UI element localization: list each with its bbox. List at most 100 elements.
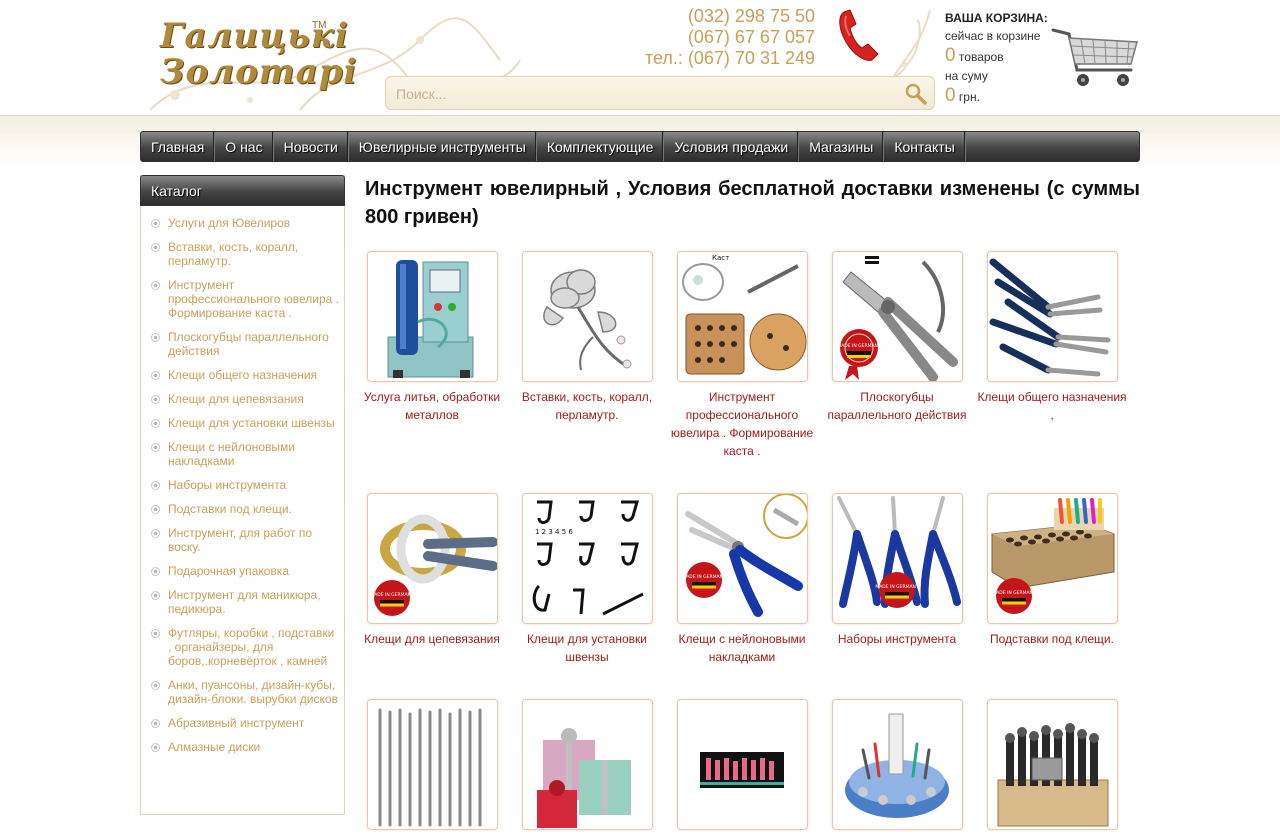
made-in-germany-text: MADE IN GERMANY — [837, 343, 881, 349]
cart-widget[interactable]: ВАША КОРЗИНА: сейчас в корзине 0 товаров… — [945, 10, 1145, 110]
product-card[interactable]: MADE IN GERMANY Клещи с нейлоновыми накл… — [667, 493, 817, 666]
catalog-item[interactable]: Инструмент, для работ по воску. — [141, 526, 344, 554]
catalog-item[interactable]: Наборы инструмента — [141, 478, 344, 492]
product-label[interactable]: Вставки, кость, коралл, перламутр. — [512, 388, 662, 424]
logo-line-2: Золотарі — [160, 52, 358, 92]
product-label[interactable]: Клещи для цепевязания — [357, 630, 507, 648]
general-pliers-image — [989, 258, 1110, 377]
product-thumb[interactable] — [366, 251, 498, 382]
product-thumb[interactable]: MADE IN GERMANY — [986, 493, 1118, 624]
cart-items-count: 0 — [945, 45, 956, 66]
silver-rose-image — [542, 269, 631, 371]
cart-sum-value: 0 — [945, 85, 956, 106]
catalog-item[interactable]: Услуги для Ювелиров — [141, 216, 344, 230]
nylon-pliers-image: MADE IN GERMANY — [682, 494, 807, 617]
chain-pliers-image: MADE IN GERMANY — [370, 514, 497, 616]
product-card[interactable]: MADE IN GERMANY Плоскогубцы параллельног… — [822, 251, 972, 424]
product-card[interactable]: MADE IN GERMANY Наборы инструмента — [822, 493, 972, 648]
made-in-germany-text: MADE IN GERMANY — [992, 590, 1036, 596]
catalog-item[interactable]: Клещи для установки швензы — [141, 416, 344, 430]
made-in-germany-text: MADE IN GERMANY — [875, 584, 919, 590]
nav-item-jewelry-tools[interactable]: Ювелирные инструменты — [349, 132, 537, 161]
product-card[interactable]: 1 2 3 4 5 6 Клещи для установки швензы — [512, 493, 662, 666]
catalog-item[interactable]: Инструмент для маникюра, педикюра. — [141, 588, 344, 616]
casting-machine-image — [387, 260, 473, 378]
product-label[interactable]: Плоскогубцы параллельного действия — [822, 388, 972, 424]
product-thumb[interactable] — [831, 699, 963, 830]
nav-item-news[interactable]: Новости — [274, 132, 349, 161]
product-thumb[interactable] — [521, 251, 653, 382]
catalog-item[interactable]: Клещи общего назначения — [141, 368, 344, 382]
phone-1: (032) 298 75 50 — [687, 6, 815, 26]
logo-line-1: Галицькі — [160, 16, 349, 56]
product-card[interactable]: MADE IN GERMANY Подставки под клещи. — [977, 493, 1127, 648]
catalog-item[interactable]: Вставки, кость, коралл, перламутр. — [141, 240, 344, 268]
site-logo[interactable]: Галицькі Золотарі TM — [160, 16, 358, 98]
search-input[interactable] — [396, 83, 896, 105]
main-content: Инструмент ювелирный , Условия бесплатно… — [364, 175, 1140, 830]
product-thumb[interactable] — [366, 699, 498, 830]
product-label[interactable]: Подставки под клещи. — [977, 630, 1127, 648]
catalog-item[interactable]: Инструмент профессионального ювелира . Ф… — [141, 278, 344, 320]
product-thumb[interactable]: Каст — [676, 251, 808, 382]
nav-item-contacts[interactable]: Контакты — [884, 132, 966, 161]
product-thumb[interactable]: MADE IN GERMANY — [366, 493, 498, 624]
product-thumb[interactable]: MADE IN GERMANY — [831, 251, 963, 382]
product-label[interactable]: Клещи общего назначения , — [977, 388, 1127, 424]
product-card[interactable] — [977, 699, 1127, 836]
phone-icon — [839, 9, 879, 61]
product-label[interactable]: Клещи для установки швензы — [512, 630, 662, 666]
product-label[interactable]: Инструмент профессионального ювелира . Ф… — [667, 388, 817, 460]
cart-currency: грн. — [958, 90, 980, 104]
nav-item-sale-terms[interactable]: Условия продажи — [664, 132, 800, 161]
catalog-item[interactable]: Алмазные диски — [141, 740, 344, 754]
catalog-item[interactable]: Подставки под клещи. — [141, 502, 344, 516]
product-card[interactable]: MADE IN GERMANY Клещи для цепевязания — [357, 493, 507, 648]
product-thumb[interactable] — [521, 699, 653, 830]
organizer-image — [844, 713, 949, 818]
product-card[interactable]: Услуга литья, обработки металлов — [357, 251, 507, 424]
catalog-item[interactable]: Клещи с нейлоновыми накладками — [141, 440, 344, 468]
nav-item-shops[interactable]: Магазины — [799, 132, 885, 161]
phone-2: (067) 67 67 057 — [687, 27, 815, 47]
product-card[interactable] — [512, 699, 662, 836]
product-label[interactable]: Услуга литья, обработки металлов — [357, 388, 507, 424]
setting-tools-caption: Каст — [712, 254, 729, 262]
search-icon[interactable] — [904, 82, 928, 106]
catalog-sidebar: Каталог Услуги для Ювелиров Вставки, кос… — [140, 175, 345, 815]
made-in-germany-text: MADE IN GERMANY — [370, 592, 414, 598]
product-card[interactable]: Вставки, кость, коралл, перламутр. — [512, 251, 662, 424]
product-label[interactable]: Клещи с нейлоновыми накладками — [667, 630, 817, 666]
nav-item-about[interactable]: О нас — [215, 132, 274, 161]
catalog-item[interactable]: Абразивный инструмент — [141, 716, 344, 730]
product-thumb[interactable] — [986, 251, 1118, 382]
product-card[interactable] — [667, 699, 817, 836]
product-label[interactable]: Наборы инструмента — [822, 630, 972, 648]
product-thumb[interactable] — [676, 699, 808, 830]
punch-set-image — [997, 723, 1108, 827]
catalog-title: Каталог — [140, 175, 345, 206]
product-thumb[interactable]: MADE IN GERMANY — [831, 493, 963, 624]
main-nav: Главная О нас Новости Ювелирные инструме… — [140, 131, 1140, 162]
wax-tools-image — [378, 708, 481, 827]
product-thumb[interactable]: 1 2 3 4 5 6 — [521, 493, 653, 624]
shopping-cart-icon[interactable] — [1051, 22, 1141, 92]
product-card[interactable]: Каст Инструмент профессионального ювелир… — [667, 251, 817, 460]
nav-item-home[interactable]: Главная — [141, 132, 216, 161]
catalog-item[interactable]: Плоскогубцы параллельного действия — [141, 330, 344, 358]
cart-items-label: товаров — [958, 50, 1004, 64]
product-card[interactable] — [357, 699, 507, 836]
setting-tools-image: Каст — [677, 252, 807, 381]
gift-boxes-image — [536, 728, 631, 828]
catalog-item[interactable]: Подарочная упаковка — [141, 564, 344, 578]
catalog-list: Услуги для Ювелиров Вставки, кость, кора… — [141, 216, 344, 764]
catalog-item[interactable]: Клещи для цепевязания — [141, 392, 344, 406]
header: Галицькі Золотарі TM (032) 298 75 50 (06… — [0, 0, 1280, 116]
product-card[interactable]: Клещи общего назначения , — [977, 251, 1127, 424]
product-thumb[interactable] — [986, 699, 1118, 830]
catalog-item[interactable]: Анки, пуансоны, дизайн-кубы, дизайн-блок… — [141, 678, 344, 706]
product-card[interactable] — [822, 699, 972, 836]
nav-item-components[interactable]: Комплектующие — [537, 132, 665, 161]
product-thumb[interactable]: MADE IN GERMANY — [676, 493, 808, 624]
catalog-item[interactable]: Футляры, коробки , подставки , органайзе… — [141, 626, 344, 668]
